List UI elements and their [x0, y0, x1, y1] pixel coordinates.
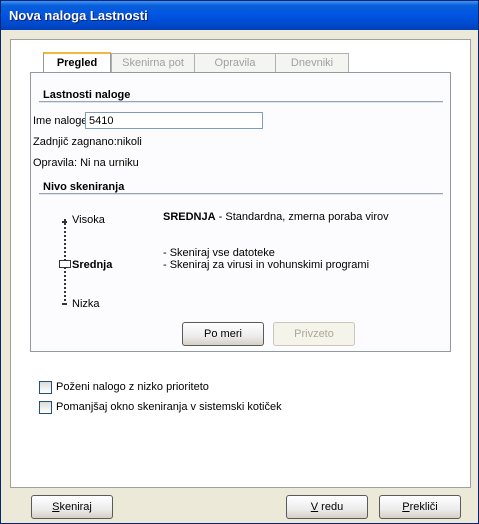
default-level-button[interactable]: Privzeto [273, 322, 355, 346]
level-bullet-2: - Skeniraj za virusi in vohunskimi progr… [163, 259, 370, 271]
level-medium-label: Srednja [72, 259, 113, 271]
level-low-label: Nizka [72, 298, 100, 310]
level-description-text: - Standardna, zmerna poraba virov [215, 211, 389, 223]
level-bullet-1: - Skeniraj vse datoteke [163, 247, 275, 259]
slider-tick [62, 303, 67, 305]
section-divider-shadow [39, 102, 443, 103]
minimize-label: Pomanjšaj okno skeniranja v sistemski ko… [56, 401, 282, 413]
task-name-input[interactable] [85, 112, 263, 129]
custom-level-button[interactable]: Po meri [182, 322, 264, 346]
tab-pregled[interactable]: Pregled [43, 52, 111, 74]
cancel-button-accel: P [402, 501, 410, 513]
task-name-label: Ime naloge: [33, 115, 91, 127]
title-bar[interactable]: Nova naloga Lastnosti [1, 1, 478, 30]
cancel-button-label: rekliči [409, 501, 438, 513]
schedule-text: Opravila: Ni na urniku [33, 157, 139, 169]
tab-dnevniki[interactable]: Dnevniki [275, 53, 349, 72]
minimize-checkbox[interactable] [39, 401, 52, 414]
task-properties-heading: Lastnosti naloge [43, 89, 131, 101]
last-run-text: Zadnjič zagnano:nikoli [33, 136, 142, 148]
scan-level-slider-thumb[interactable] [59, 260, 71, 268]
slider-tick [62, 221, 67, 223]
ok-button[interactable]: V redu [286, 495, 368, 519]
level-description: SREDNJA - Standardna, zmerna poraba viro… [163, 211, 389, 223]
level-high-label: Visoka [72, 214, 105, 226]
low-priority-checkbox[interactable] [39, 381, 52, 394]
tab-skenirna-pot[interactable]: Skenirna pot [111, 53, 195, 72]
cancel-button[interactable]: Prekliči [379, 495, 461, 519]
scan-button[interactable]: Skeniraj [31, 495, 113, 519]
section-divider-shadow [39, 194, 443, 195]
tab-opravila[interactable]: Opravila [194, 53, 276, 72]
ok-button-label: redu [318, 501, 344, 513]
dialog-window: Nova naloga Lastnosti Pregled Skenirna p… [0, 0, 479, 524]
low-priority-label: Poženi nalogo z nizko prioriteto [56, 381, 209, 393]
level-description-title: SREDNJA [163, 211, 216, 223]
window-title: Nova naloga Lastnosti [9, 8, 148, 23]
scan-button-label: keniraj [59, 501, 92, 513]
scan-level-heading: Nivo skeniranja [43, 181, 125, 193]
